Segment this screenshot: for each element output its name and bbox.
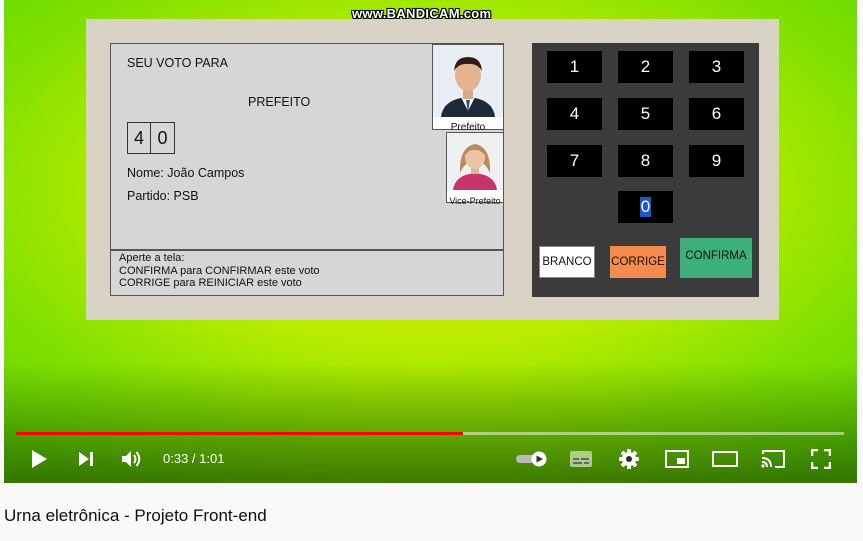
- voting-machine: SEU VOTO PARA PREFEITO 4 0 Nome: João Ca…: [86, 19, 779, 320]
- duration: 1:01: [199, 451, 225, 466]
- instruction-line: CONFIRMA para CONFIRMAR este voto: [119, 264, 320, 277]
- number-digits: 4 0: [127, 122, 175, 154]
- candidate-name: Nome: João Campos: [127, 166, 245, 180]
- instruction-line: CORRIGE para REINICIAR este voto: [119, 277, 302, 289]
- key-7[interactable]: 7: [547, 145, 602, 177]
- key-3[interactable]: 3: [689, 51, 744, 83]
- play-icon: [32, 450, 47, 468]
- screen-heading: SEU VOTO PARA: [127, 56, 228, 70]
- corrige-button[interactable]: CORRIGE: [610, 246, 666, 278]
- key-6[interactable]: 6: [689, 98, 744, 130]
- current-time: 0:33: [163, 451, 189, 466]
- autoplay-icon: [516, 451, 547, 467]
- confirma-button[interactable]: CONFIRMA: [680, 238, 752, 278]
- keypad: 1 2 3 4 5 6 7 8 9 0 BRANCO CORRIGE CONFI…: [532, 43, 759, 297]
- key-2[interactable]: 2: [618, 51, 673, 83]
- theater-mode-button[interactable]: [712, 446, 738, 472]
- branco-button[interactable]: BRANCO: [539, 246, 595, 278]
- cast-icon: [761, 450, 785, 468]
- next-icon: [79, 452, 93, 466]
- urna-screen: SEU VOTO PARA PREFEITO 4 0 Nome: João Ca…: [110, 43, 504, 296]
- progress-played: [16, 432, 464, 435]
- video-player[interactable]: www.BANDICAM.com SEU VOTO PARA PREFEITO …: [4, 0, 857, 483]
- progress-bar[interactable]: [16, 432, 844, 435]
- office-label: PREFEITO: [248, 95, 311, 109]
- subtitles-icon: [570, 451, 592, 467]
- settings-button[interactable]: [616, 446, 642, 472]
- vice-photo: [447, 133, 503, 190]
- subtitles-button[interactable]: [568, 446, 594, 472]
- digit-box: 0: [151, 122, 175, 154]
- time-display: 0:33 / 1:01: [163, 451, 224, 466]
- digit-box: 4: [127, 122, 151, 154]
- miniplayer-icon: [665, 450, 689, 468]
- candidate-party: Partido: PSB: [127, 189, 199, 203]
- key-5[interactable]: 5: [618, 98, 673, 130]
- key-4[interactable]: 4: [547, 98, 602, 130]
- theater-icon: [712, 451, 738, 467]
- instruction-line: Aperte a tela:: [119, 252, 185, 264]
- gear-icon: [619, 449, 639, 469]
- autoplay-toggle[interactable]: [514, 446, 550, 472]
- video-title[interactable]: Urna eletrônica - Projeto Front-end: [4, 506, 267, 526]
- fullscreen-icon: [811, 449, 831, 469]
- key-0[interactable]: 0: [618, 191, 673, 223]
- vice-photo-card: Vice-Prefeito: [446, 132, 504, 206]
- volume-icon: [122, 451, 141, 467]
- candidate-photo-card: Prefeito: [432, 44, 504, 133]
- play-button[interactable]: [26, 446, 52, 472]
- miniplayer-button[interactable]: [664, 446, 690, 472]
- key-9[interactable]: 9: [689, 145, 744, 177]
- player-controls: 0:33 / 1:01: [4, 432, 857, 483]
- key-0-label: 0: [639, 197, 652, 217]
- key-8[interactable]: 8: [618, 145, 673, 177]
- vice-caption: Vice-Prefeito: [449, 196, 501, 206]
- screen-instructions: Aperte a tela: CONFIRMA para CONFIRMAR e…: [111, 249, 503, 295]
- key-1[interactable]: 1: [547, 51, 602, 83]
- cast-button[interactable]: [760, 446, 786, 472]
- next-button[interactable]: [73, 446, 99, 472]
- time-separator: /: [188, 451, 200, 466]
- fullscreen-button[interactable]: [808, 446, 834, 472]
- candidate-photo: [433, 45, 503, 117]
- volume-button[interactable]: [119, 446, 145, 472]
